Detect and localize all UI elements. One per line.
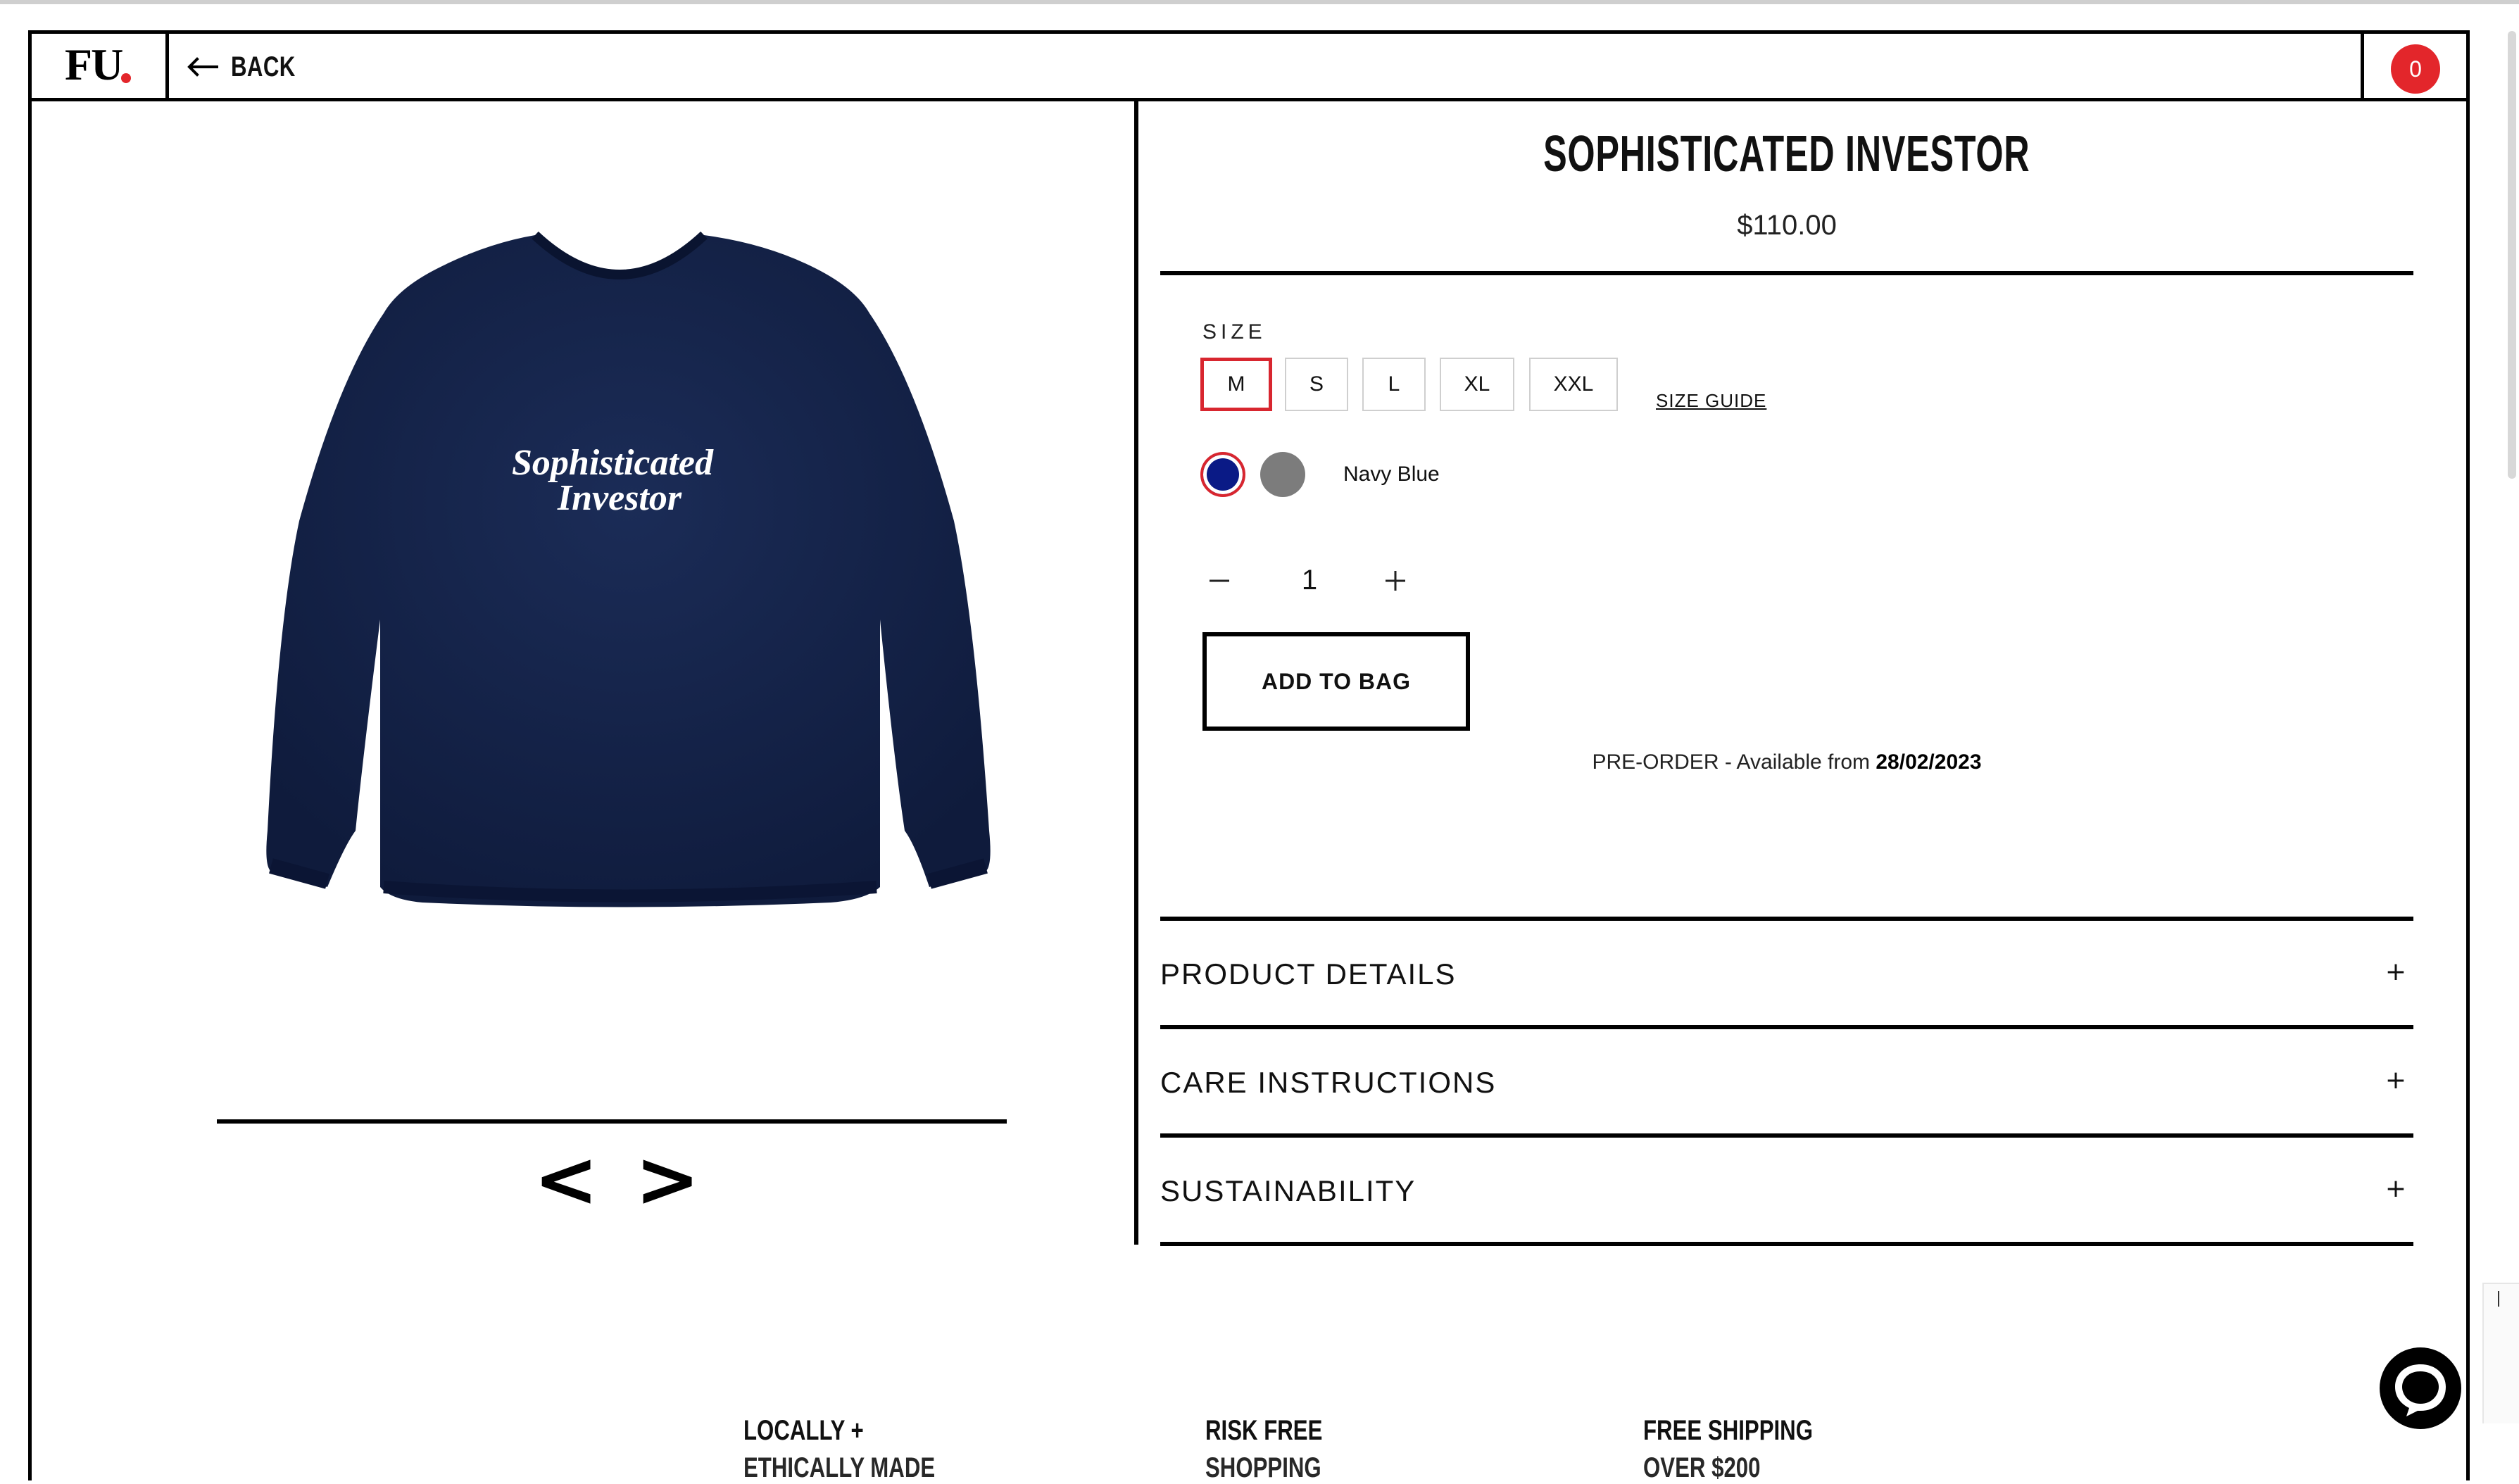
size-option-m[interactable]: M xyxy=(1200,358,1272,411)
preorder-date: 28/02/2023 xyxy=(1876,750,1982,774)
color-swatch-grey[interactable] xyxy=(1260,452,1305,497)
graphic-line-2: Investor xyxy=(557,478,682,518)
size-option-xxl[interactable]: XXL xyxy=(1529,358,1618,411)
gallery-rule xyxy=(217,1119,1007,1124)
selected-color-name: Navy Blue xyxy=(1343,463,1440,486)
feature-subtitle: OVER $200 xyxy=(1643,1452,1761,1483)
product-price: $110.00 xyxy=(1737,210,1837,241)
add-to-bag-button[interactable]: ADD TO BAG xyxy=(1202,632,1470,731)
quantity-value[interactable]: 1 xyxy=(1295,565,1324,596)
accordion-care-instructions[interactable]: CARE INSTRUCTIONS + xyxy=(1160,1029,2413,1135)
size-guide-link[interactable]: SIZE GUIDE xyxy=(1656,390,1766,412)
size-option-s[interactable]: S xyxy=(1285,358,1348,411)
chat-bubble-icon[interactable] xyxy=(2378,1346,2463,1430)
back-label: BACK xyxy=(231,51,296,82)
feature-title: FREE SHIPPING xyxy=(1643,1415,1813,1446)
accordion-label: PRODUCT DETAILS xyxy=(1160,957,1457,991)
side-widget-tab[interactable] xyxy=(2482,1283,2519,1423)
logo-text: FU xyxy=(65,39,123,89)
price-rule xyxy=(1160,271,2413,275)
accordion-product-details[interactable]: PRODUCT DETAILS + xyxy=(1160,921,2413,1026)
cart-count-badge: 0 xyxy=(2391,44,2440,94)
accordion-rule-bottom xyxy=(1160,1242,2413,1246)
feature-title: LOCALLY + xyxy=(743,1415,864,1446)
gallery-next-button[interactable]: > xyxy=(635,1140,700,1218)
accordion-label: SUSTAINABILITY xyxy=(1160,1174,1416,1207)
back-link[interactable]: BACK xyxy=(186,49,314,84)
logo-dot xyxy=(121,73,131,83)
feature-title: RISK FREE xyxy=(1205,1415,1323,1446)
accordion-label: CARE INSTRUCTIONS xyxy=(1160,1066,1497,1099)
cart-button[interactable]: 0 xyxy=(2361,34,2470,98)
gallery-prev-button[interactable]: < xyxy=(534,1140,598,1218)
size-option-l[interactable]: L xyxy=(1362,358,1426,411)
column-divider xyxy=(1134,101,1138,1245)
feature-risk-free: RISK FREE SHOPPING xyxy=(1205,1415,1355,1484)
preorder-text: PRE-ORDER - Available from xyxy=(1592,750,1876,774)
minus-icon[interactable] xyxy=(1205,567,1233,595)
side-widget-mark xyxy=(2498,1291,2499,1307)
product-image: Sophisticated Investor xyxy=(266,231,991,907)
feature-subtitle: SHOPPING xyxy=(1205,1452,1321,1483)
preorder-note: PRE-ORDER - Available from 28/02/2023 xyxy=(1162,750,2412,774)
expand-icon: + xyxy=(2385,1066,2406,1095)
color-swatch-navy[interactable] xyxy=(1200,452,1245,497)
scrollbar-thumb[interactable] xyxy=(2508,31,2516,479)
feature-subtitle: ETHICALLY MADE xyxy=(743,1452,936,1483)
product-title: SOPHISTICATED INVESTOR xyxy=(1162,125,2412,183)
browser-top-edge xyxy=(0,0,2519,4)
accordion-sustainability[interactable]: SUSTAINABILITY + xyxy=(1160,1138,2413,1243)
arrow-left-icon xyxy=(187,57,218,77)
expand-icon: + xyxy=(2385,957,2406,986)
site-header: FU BACK 0 xyxy=(28,30,2470,101)
brand-logo[interactable]: FU xyxy=(28,34,169,98)
expand-icon: + xyxy=(2385,1174,2406,1203)
graphic-line-1: Sophisticated xyxy=(512,443,714,483)
size-label: SIZE xyxy=(1202,320,1267,344)
plus-icon[interactable] xyxy=(1381,567,1409,595)
feature-free-shipping: FREE SHIPPING OVER $200 xyxy=(1643,1415,1861,1484)
feature-locally-made: LOCALLY + ETHICALLY MADE xyxy=(743,1415,989,1484)
product-title-text: SOPHISTICATED INVESTOR xyxy=(1543,126,2030,182)
size-option-xl[interactable]: XL xyxy=(1440,358,1514,411)
